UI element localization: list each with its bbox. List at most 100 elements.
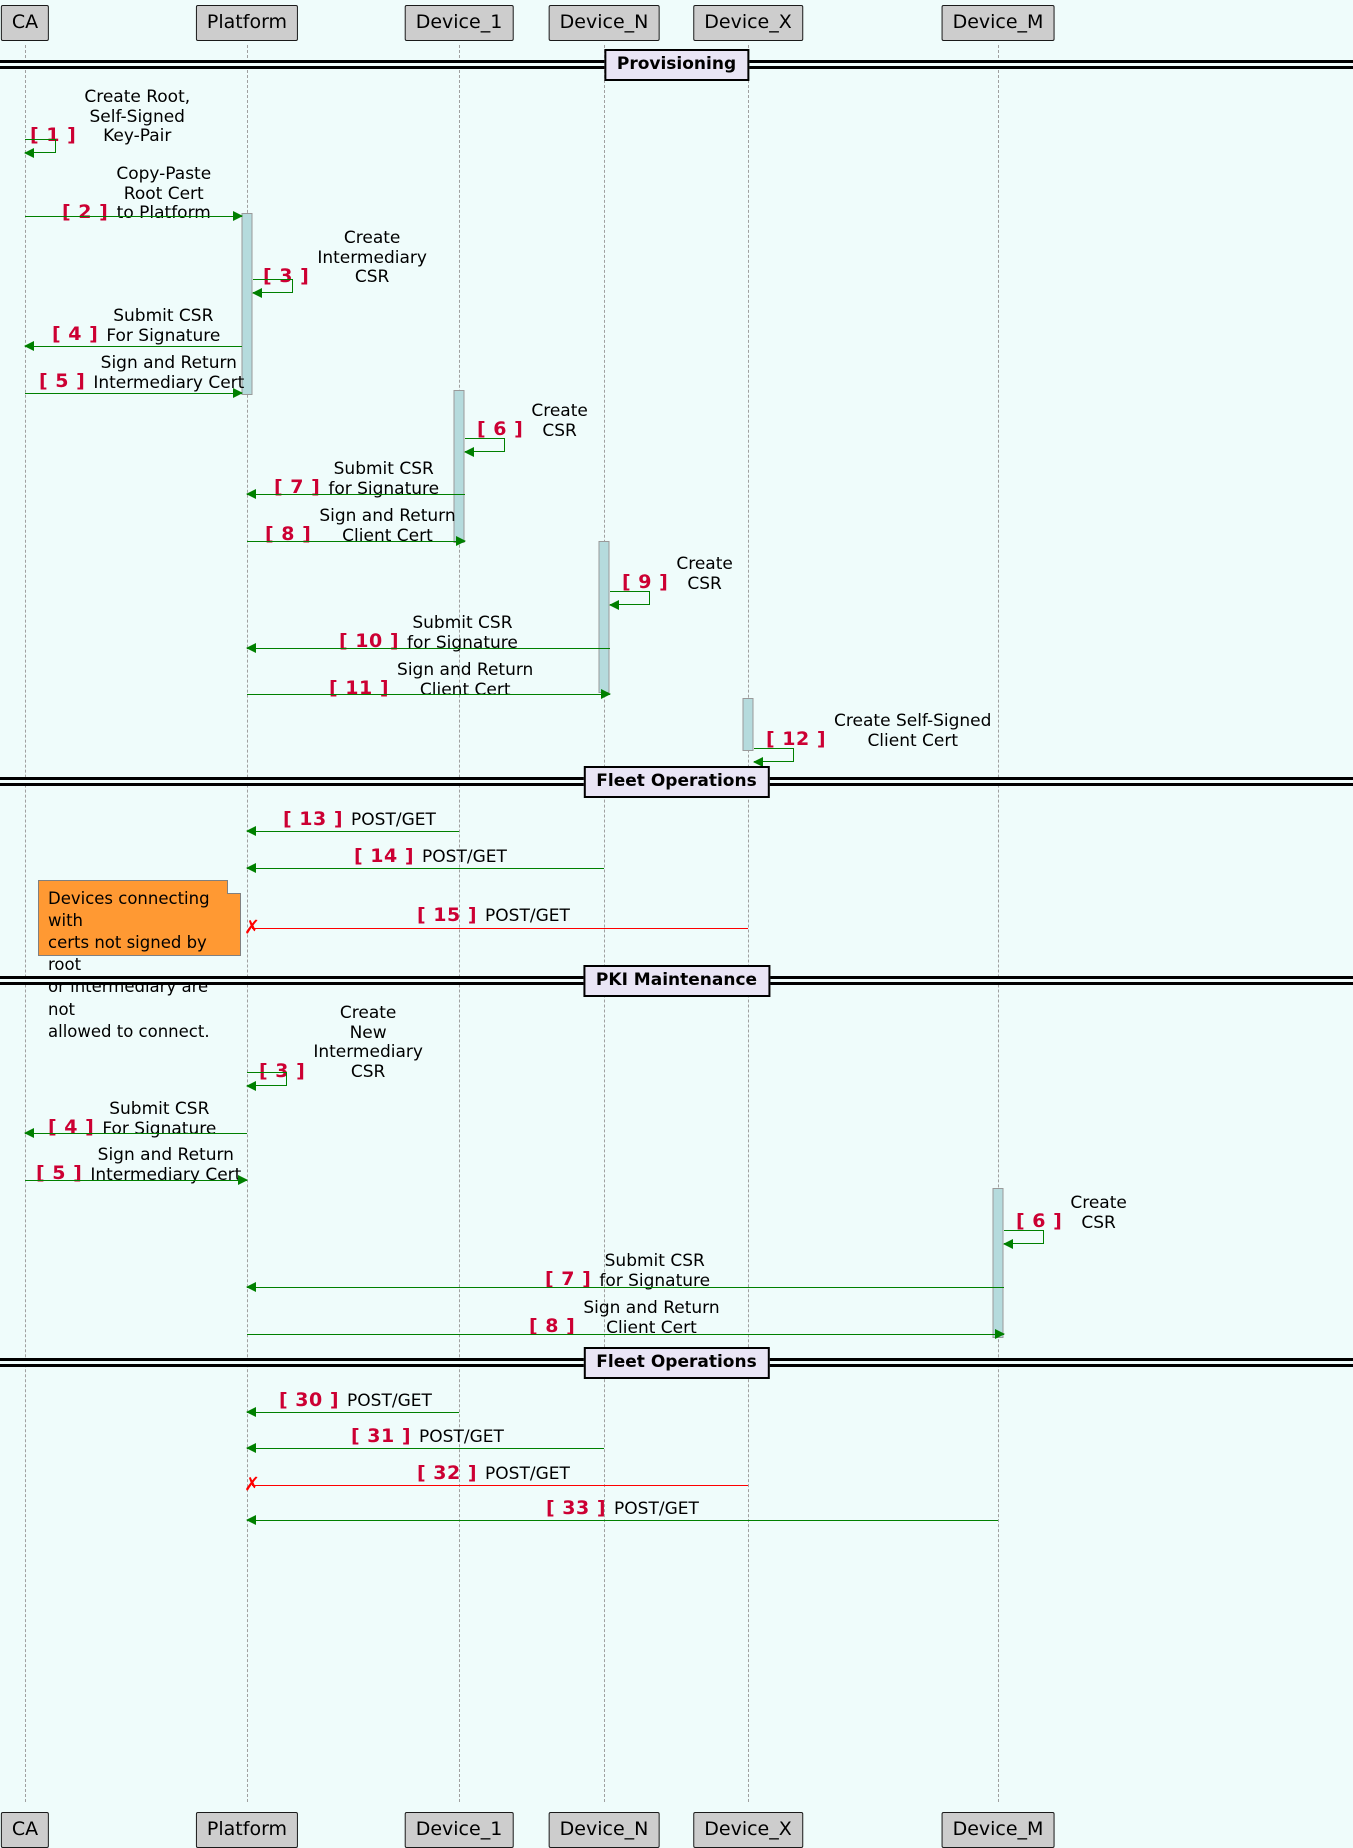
divider-fleet-operations-1: Fleet Operations bbox=[0, 765, 1353, 798]
blocked-x-icon-24: ✗ bbox=[244, 1473, 260, 1496]
self-message-top-line bbox=[465, 438, 505, 439]
message-number-4: [ 4 ] bbox=[52, 323, 99, 346]
lifeline-ca bbox=[25, 45, 26, 1802]
message-text-21: Sign and Return Client Cert bbox=[583, 1298, 720, 1338]
self-message-top-line bbox=[253, 279, 293, 280]
arrowhead-icon bbox=[246, 863, 256, 873]
message-number-22: [ 30 ] bbox=[279, 1389, 340, 1411]
divider-label: Provisioning bbox=[603, 48, 750, 81]
message-line bbox=[252, 928, 748, 929]
message-text-9: Create CSR bbox=[676, 554, 733, 594]
message-text-19: Create CSR bbox=[1070, 1193, 1127, 1233]
message-text-22: POST/GET bbox=[347, 1391, 432, 1412]
message-number-17: [ 4 ] bbox=[48, 1116, 95, 1139]
participant-header-platform[interactable]: Platform bbox=[195, 5, 299, 41]
message-number-5: [ 5 ] bbox=[39, 370, 86, 393]
self-message-right-line bbox=[793, 748, 794, 762]
participant-header-deviceN[interactable]: Device_N bbox=[548, 5, 660, 41]
arrowhead-icon bbox=[246, 1282, 256, 1292]
arrowhead-icon bbox=[252, 288, 262, 298]
self-message-top-line bbox=[610, 591, 650, 592]
message-number-24: [ 32 ] bbox=[417, 1462, 478, 1484]
message-label-5: [ 5 ] Sign and Return Intermediary Cert bbox=[39, 353, 245, 393]
self-message-3 bbox=[252, 279, 293, 298]
participant-header-ca[interactable]: CA bbox=[0, 5, 50, 41]
lifeline-deviceX bbox=[748, 45, 749, 1802]
message-label-20: [ 7 ] Submit CSR for Signature bbox=[545, 1251, 711, 1291]
self-message-right-line bbox=[286, 1072, 287, 1086]
message-number-8: [ 8 ] bbox=[265, 523, 312, 546]
participant-footer-platform[interactable]: Platform bbox=[195, 1812, 299, 1848]
message-label-23: [ 31 ] POST/GET bbox=[351, 1425, 504, 1448]
participant-header-deviceX[interactable]: Device_X bbox=[693, 5, 803, 41]
message-number-18: [ 5 ] bbox=[36, 1162, 83, 1185]
message-line bbox=[247, 694, 610, 695]
message-text-16: Create New Intermediary CSR bbox=[313, 1003, 423, 1083]
participant-footer-device1[interactable]: Device_1 bbox=[404, 1812, 514, 1848]
message-text-3: Create Intermediary CSR bbox=[317, 228, 427, 288]
self-message-12 bbox=[753, 748, 794, 767]
arrowhead-icon bbox=[24, 341, 34, 351]
arrowhead-icon bbox=[24, 148, 34, 158]
message-text-15: POST/GET bbox=[485, 906, 570, 927]
message-text-14: POST/GET bbox=[422, 847, 507, 868]
message-line bbox=[247, 648, 610, 649]
participant-footer-deviceX[interactable]: Device_X bbox=[693, 1812, 803, 1848]
activation-deviceM-maintenance bbox=[992, 1188, 1004, 1338]
arrowhead-icon bbox=[456, 536, 466, 546]
message-number-11: [ 11 ] bbox=[329, 677, 390, 700]
self-message-19 bbox=[1003, 1230, 1044, 1249]
arrowhead-icon bbox=[233, 211, 243, 221]
message-label-14: [ 14 ] POST/GET bbox=[354, 845, 507, 868]
self-message-top-line bbox=[247, 1072, 287, 1073]
message-text-24: POST/GET bbox=[485, 1464, 570, 1485]
participant-header-deviceM[interactable]: Device_M bbox=[941, 5, 1055, 41]
self-message-1 bbox=[24, 139, 56, 158]
message-text-4: Submit CSR For Signature bbox=[106, 306, 221, 346]
message-number-2: [ 2 ] bbox=[62, 201, 109, 224]
self-message-top-line bbox=[25, 139, 56, 140]
message-text-6: Create CSR bbox=[531, 401, 588, 441]
divider-provisioning: Provisioning bbox=[0, 48, 1353, 81]
message-label-24: [ 32 ] POST/GET bbox=[417, 1462, 570, 1485]
divider-label: Fleet Operations bbox=[583, 1346, 770, 1379]
self-message-9 bbox=[609, 591, 650, 610]
message-label-13: [ 13 ] POST/GET bbox=[283, 808, 436, 831]
self-message-6 bbox=[464, 438, 505, 457]
arrowhead-icon bbox=[246, 1515, 256, 1525]
message-number-13: [ 13 ] bbox=[283, 808, 344, 830]
message-number-7: [ 7 ] bbox=[274, 476, 321, 499]
message-label-21: [ 8 ] Sign and Return Client Cert bbox=[529, 1298, 720, 1338]
message-line bbox=[25, 1180, 247, 1181]
participant-header-device1[interactable]: Device_1 bbox=[404, 5, 514, 41]
message-line bbox=[25, 1133, 247, 1134]
self-message-right-line bbox=[292, 279, 293, 293]
message-number-25: [ 33 ] bbox=[546, 1497, 607, 1519]
activation-deviceN-provisioning bbox=[598, 541, 610, 693]
message-label-25: [ 33 ] POST/GET bbox=[546, 1497, 699, 1520]
arrowhead-icon bbox=[1003, 1239, 1013, 1249]
message-number-15: [ 15 ] bbox=[417, 904, 478, 926]
message-label-12: [ 12 ] Create Self-Signed Client Cert bbox=[766, 711, 991, 751]
arrowhead-icon bbox=[464, 447, 474, 457]
message-number-10: [ 10 ] bbox=[339, 630, 400, 653]
participant-footer-deviceN[interactable]: Device_N bbox=[548, 1812, 660, 1848]
participant-footer-deviceM[interactable]: Device_M bbox=[941, 1812, 1055, 1848]
note-cert-restriction: Devices connecting with certs not signed… bbox=[38, 880, 241, 1041]
divider-label: PKI Maintenance bbox=[582, 964, 771, 997]
note-fold-corner bbox=[227, 880, 241, 894]
participant-footer-ca[interactable]: CA bbox=[0, 1812, 50, 1848]
message-text-5: Sign and Return Intermediary Cert bbox=[93, 353, 245, 393]
self-message-top-line bbox=[1004, 1230, 1044, 1231]
message-text-20: Submit CSR for Signature bbox=[599, 1251, 711, 1291]
self-message-16 bbox=[246, 1072, 287, 1091]
message-label-6: [ 6 ] Create CSR bbox=[477, 401, 588, 441]
message-line bbox=[25, 216, 242, 217]
arrowhead-icon bbox=[238, 1175, 248, 1185]
message-label-19: [ 6 ] Create CSR bbox=[1016, 1193, 1127, 1233]
activation-deviceX-provisioning bbox=[742, 698, 754, 751]
self-message-right-line bbox=[504, 438, 505, 452]
message-label-9: [ 9 ] Create CSR bbox=[622, 554, 733, 594]
arrowhead-icon bbox=[246, 1443, 256, 1453]
divider-pki-maintenance: PKI Maintenance bbox=[0, 964, 1353, 997]
